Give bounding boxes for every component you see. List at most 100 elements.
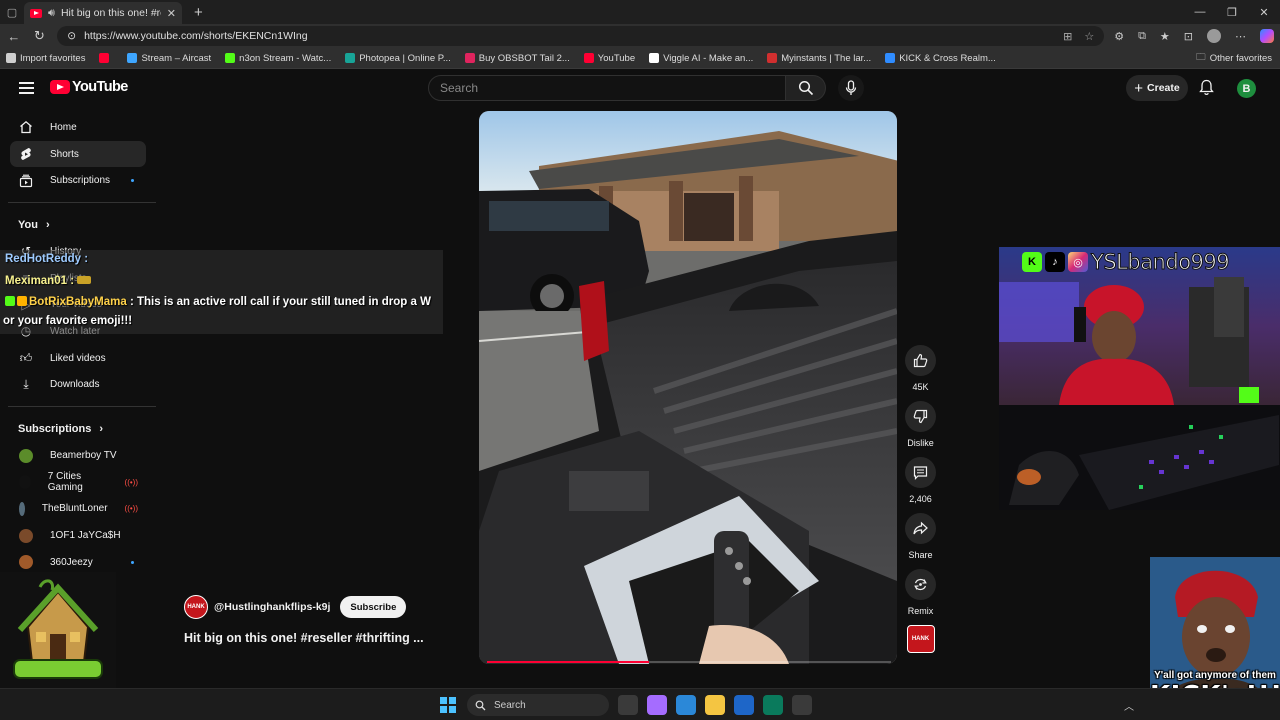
keyboard-cam-overlay [999,405,1280,510]
plus-icon: + [1134,79,1144,97]
maximize-icon[interactable]: ❐ [1216,0,1248,24]
share-button[interactable] [905,513,936,544]
channel-sound-button[interactable]: HANK [906,625,935,653]
bookmark-label: Photopea | Online P... [359,52,451,64]
browser-tab[interactable]: 🔊︎ Hit big on this one! #reseller ✕ [24,2,182,24]
section-title: You [18,218,38,231]
speaker-icon[interactable]: 🔊︎ [48,7,55,20]
section-title: Subscriptions [18,422,92,435]
app-available-icon[interactable]: ⊞ [1063,30,1072,43]
channel-avatar[interactable]: HANK [184,595,208,619]
taskbar-app-icon[interactable] [763,695,783,715]
sidebar-item-subscription[interactable]: 1OF1 JaYCa$H [10,522,146,549]
bookmark-favicon-icon [464,53,475,63]
kick-badge-icon [5,296,15,306]
notifications-button[interactable] [1199,79,1214,99]
remix-button[interactable] [905,569,936,600]
bookmark-item[interactable]: Buy OBSBOT Tail 2... [464,53,570,64]
tab-close-icon[interactable]: ✕ [167,7,176,20]
extensions-icon[interactable]: ⚙ [1114,30,1124,43]
url-field[interactable]: ⊙ https://www.youtube.com/shorts/EKENCn1… [57,26,1105,46]
bookmark-favicon-icon [127,53,138,63]
sidebar-item-subscription[interactable]: TheBluntLoner ((•)) [10,496,146,523]
taskbar-app-icon[interactable] [705,695,725,715]
sidebar-item-label: Shorts [50,148,79,160]
like-button[interactable] [905,345,936,376]
youtube-play-icon [50,80,70,94]
sidebar-item-subscriptions[interactable]: Subscriptions [10,167,146,194]
short-title[interactable]: Hit big on this one! #reseller #thriftin… [184,631,424,645]
sidebar-item-label: 360Jeezy [50,556,93,568]
bookmark-item[interactable]: Stream – Aircast [127,53,211,64]
tab-actions-icon[interactable]: ▢ [0,0,24,24]
new-tab-icon[interactable]: + [194,4,203,21]
sidebar-item-downloads[interactable]: ⤓ Downloads [10,372,146,399]
sidebar-section-subscriptions[interactable]: Subscriptions › [0,415,156,442]
bookmark-favicon-icon [345,53,356,63]
profile-avatar-icon[interactable] [1207,29,1222,43]
bookmark-label: KICK & Cross Realm... [899,52,996,64]
bell-icon [1199,79,1214,96]
menu-icon[interactable] [19,82,34,97]
subscribe-button[interactable]: Subscribe [340,596,407,618]
browser-tab-bar: ▢ 🔊︎ Hit big on this one! #reseller ✕ + … [0,0,1280,24]
like-count: 45K [912,382,929,392]
bookmarks-bar: Import favorites Stream – Aircast n3on Str… [0,48,1280,69]
copilot-icon[interactable] [1260,29,1275,43]
shorts-video-player[interactable] [479,111,897,664]
chat-message: Meximan01 : [5,275,92,287]
sidebar-section-you[interactable]: You › [0,211,156,238]
taskbar-app-icon[interactable] [618,695,638,715]
taskbar-search-label: Search [494,699,526,711]
minimize-icon[interactable]: — [1184,0,1216,24]
collections-icon[interactable]: ⊡ [1184,30,1193,43]
bookmark-item[interactable] [99,53,113,63]
comment-icon [913,466,928,480]
voice-search-button[interactable] [838,75,864,101]
taskbar-app-icon[interactable] [676,695,696,715]
system-tray-chevron-icon[interactable]: ︿ [1124,698,1134,713]
bookmark-item[interactable]: Photopea | Online P... [345,53,451,64]
taskbar-app-icon[interactable] [647,695,667,715]
sidebar-divider [8,406,156,408]
bookmark-item[interactable]: n3on Stream - Watc... [225,53,331,64]
mod-badge-icon [17,296,27,306]
back-icon[interactable]: ← [6,29,22,44]
sidebar-item-shorts[interactable]: Shorts [10,140,146,168]
start-button-windows-icon[interactable] [440,697,456,713]
other-favorites-folder[interactable]: 🗀 Other favorites [1196,50,1272,66]
sidebar-item-home[interactable]: Home [10,114,146,141]
site-info-icon[interactable]: ⊙ [67,30,76,42]
create-button[interactable]: + Create [1126,75,1188,101]
other-favorites-label: Other favorites [1209,52,1272,64]
video-progress-bar[interactable] [487,661,891,663]
ysl-bando-logo [13,579,103,679]
bookmark-item[interactable]: YouTube [583,53,635,64]
account-avatar[interactable]: B [1237,79,1256,98]
taskbar-app-icon[interactable] [734,695,754,715]
split-screen-icon[interactable]: ⧉ [1138,30,1146,43]
bookmark-item[interactable]: Viggle AI - Make an... [649,53,753,64]
comments-button[interactable] [905,457,936,488]
bookmark-item[interactable]: Myinstants | The lar... [767,53,871,64]
taskbar-app-icon[interactable] [792,695,812,715]
favorite-star-icon[interactable]: ☆ [1084,30,1094,43]
sidebar-item-liked-videos[interactable]: 👍︎ Liked videos [10,345,146,372]
channel-handle[interactable]: @Hustlinghankflips-k9j [214,601,330,613]
sidebar-item-subscription[interactable]: Beamerboy TV [10,442,146,469]
favorites-icon[interactable]: ★ [1160,30,1170,43]
youtube-logo[interactable]: YouTube [50,79,128,95]
share-label: Share [908,550,933,560]
taskbar-search[interactable]: Search [467,694,609,716]
bookmark-item[interactable]: Import favorites [6,53,85,64]
sidebar-item-subscription[interactable]: 7 Cities Gaming ((•)) [10,469,146,496]
like-action: 45K [903,345,938,392]
dislike-button[interactable] [905,401,936,432]
bookmark-item[interactable]: KICK & Cross Realm... [885,53,996,64]
close-window-icon[interactable]: ✕ [1248,0,1280,24]
sidebar-divider [8,202,156,204]
more-icon[interactable]: ⋯ [1235,30,1246,43]
refresh-icon[interactable]: ↻ [32,28,48,44]
search-input[interactable]: Search [428,75,786,101]
search-button[interactable] [786,75,826,101]
